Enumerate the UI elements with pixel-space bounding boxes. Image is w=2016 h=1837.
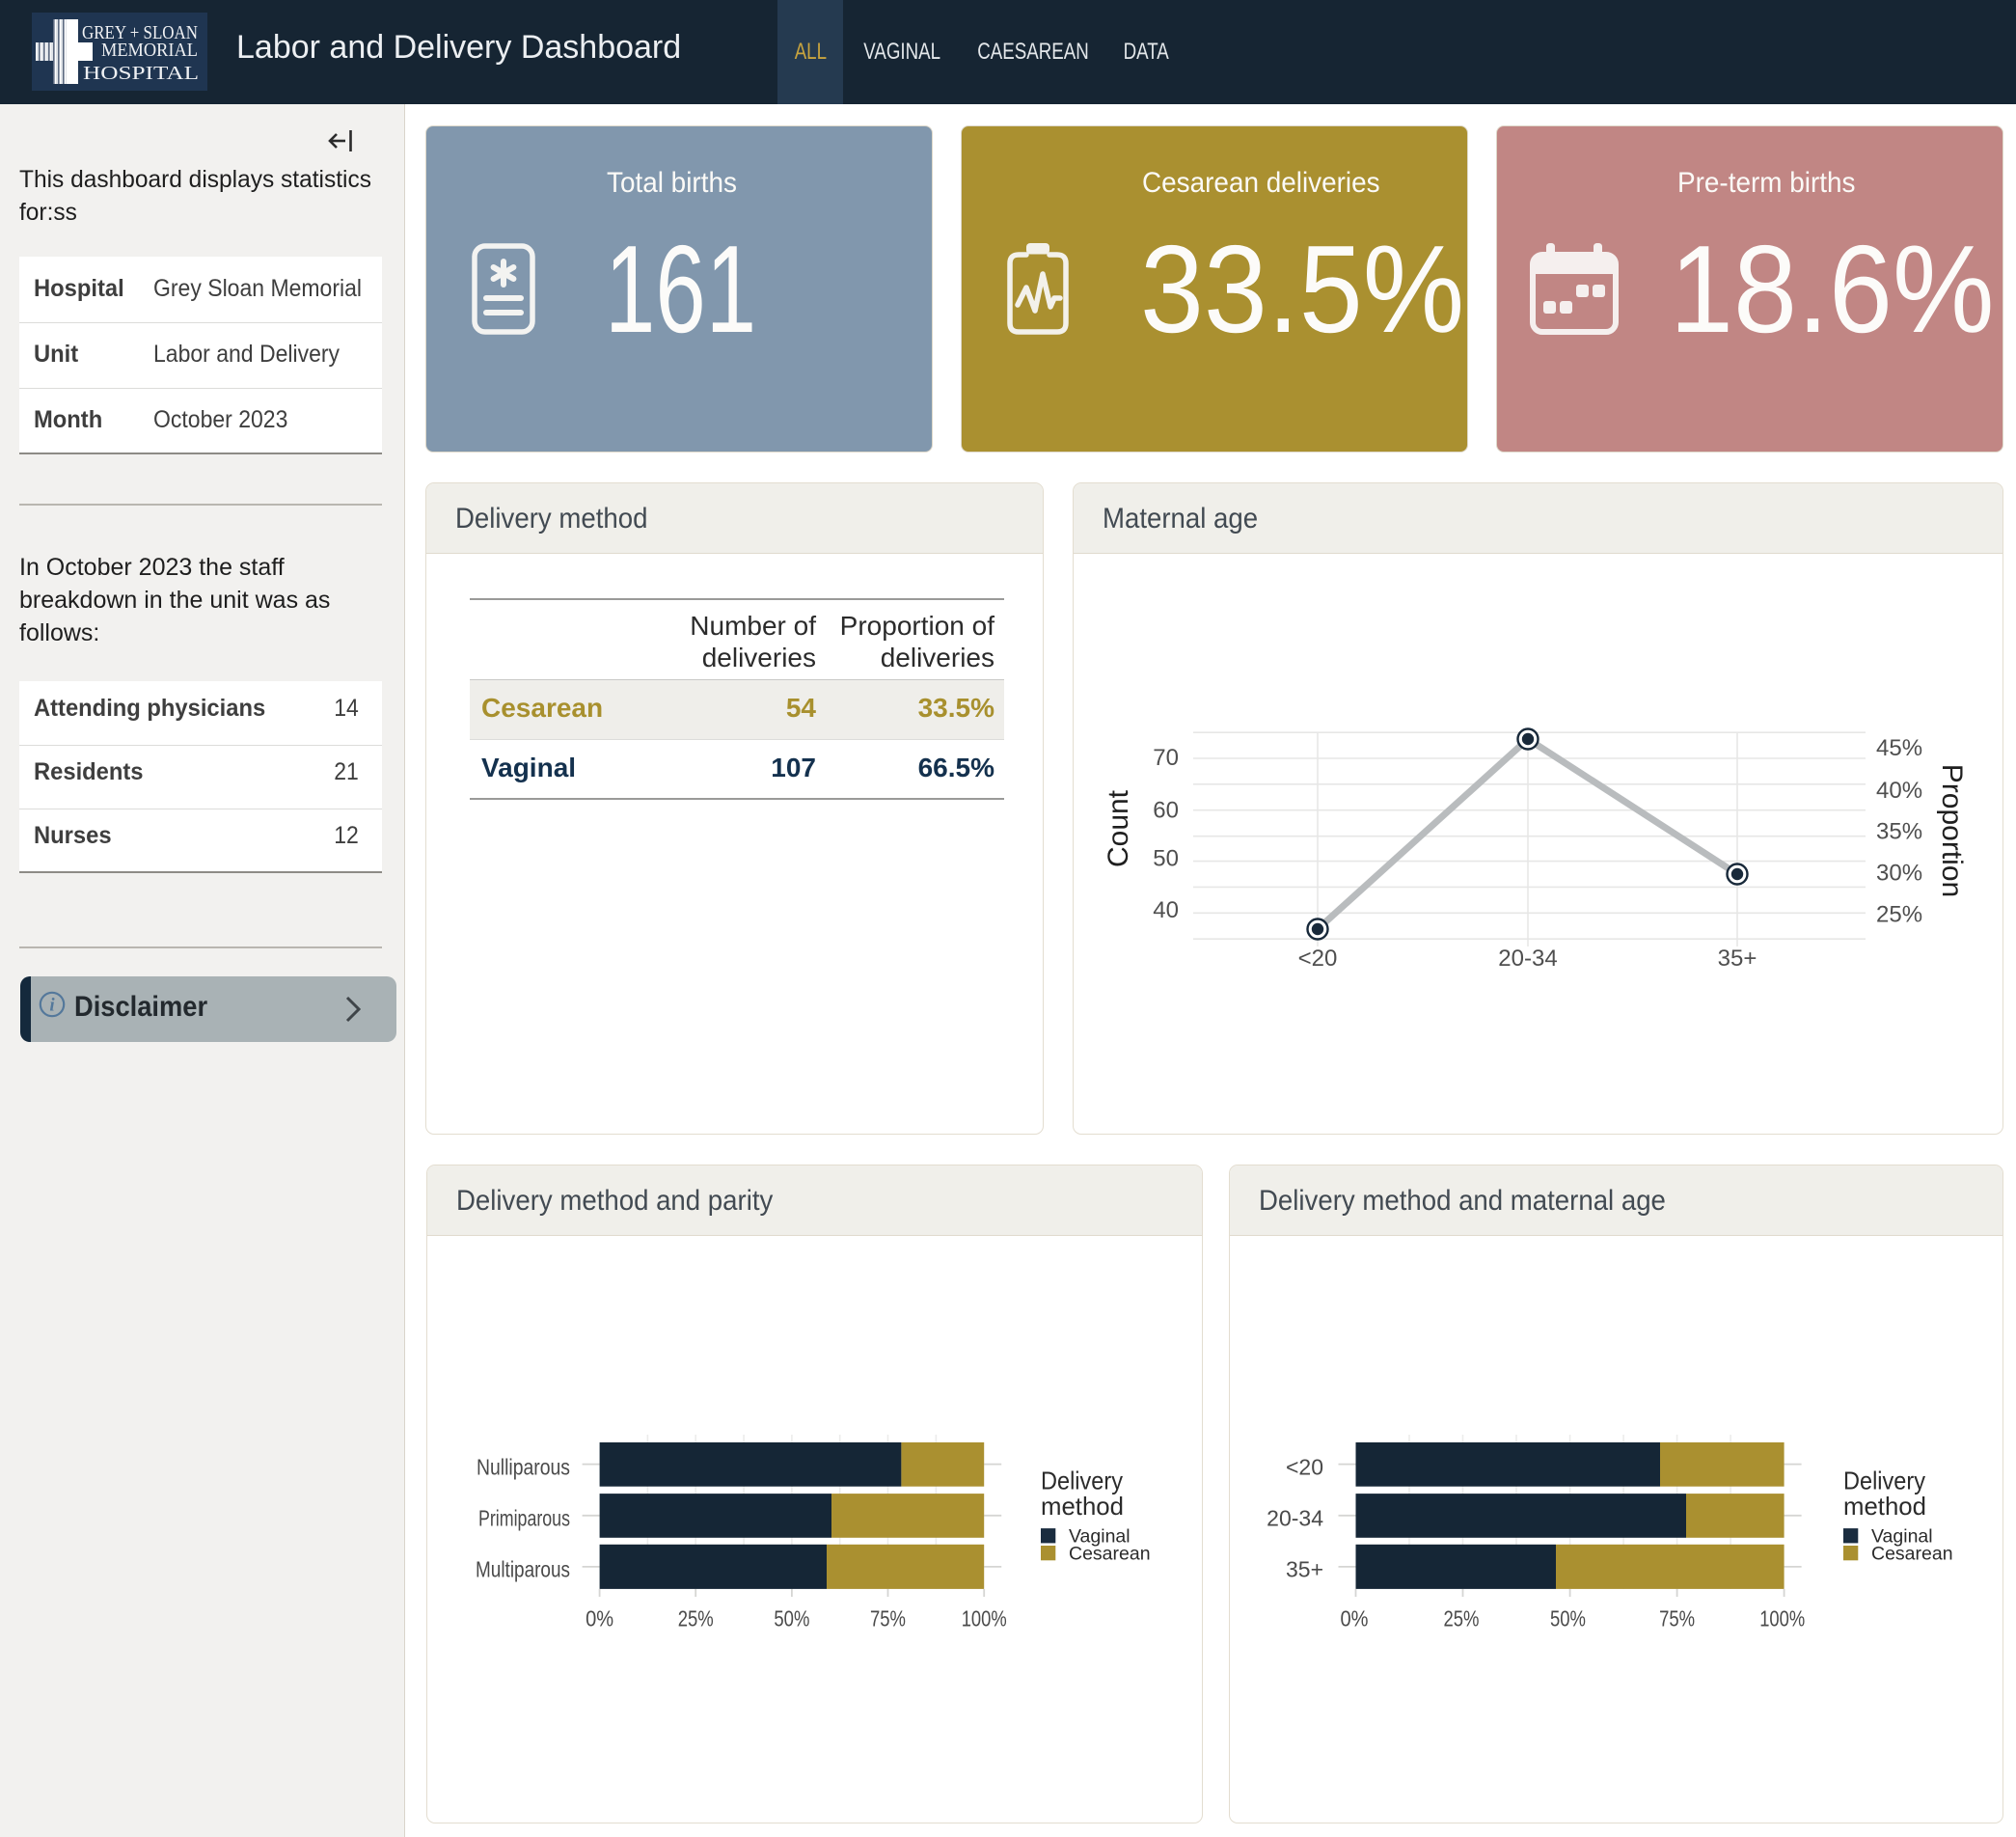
svg-text:Cesarean: Cesarean — [1069, 1543, 1151, 1564]
svg-text:<20: <20 — [1298, 946, 1338, 972]
svg-text:25%: 25% — [1876, 902, 1922, 928]
svg-text:<20: <20 — [1286, 1454, 1323, 1479]
svg-text:45%: 45% — [1876, 735, 1922, 761]
svg-text:Proportion: Proportion — [1936, 764, 1968, 897]
svg-text:75%: 75% — [870, 1605, 906, 1631]
svg-text:50%: 50% — [1550, 1605, 1586, 1631]
svg-text:50: 50 — [1153, 845, 1179, 871]
svg-text:HOSPITAL: HOSPITAL — [83, 63, 199, 84]
svg-text:25%: 25% — [1444, 1605, 1480, 1631]
svg-text:20-34: 20-34 — [1498, 946, 1557, 972]
svg-text:Nulliparous: Nulliparous — [477, 1454, 570, 1479]
svg-text:method: method — [1041, 1492, 1124, 1521]
svg-text:40%: 40% — [1876, 778, 1922, 804]
svg-text:40: 40 — [1153, 897, 1179, 923]
svg-text:0%: 0% — [586, 1605, 613, 1631]
svg-text:MEMORIAL: MEMORIAL — [101, 40, 198, 61]
svg-text:35%: 35% — [1876, 819, 1922, 845]
svg-text:35+: 35+ — [1718, 946, 1757, 972]
svg-text:0%: 0% — [1341, 1605, 1369, 1631]
svg-text:Multiparous: Multiparous — [476, 1557, 570, 1582]
svg-text:100%: 100% — [1759, 1605, 1805, 1631]
svg-text:100%: 100% — [962, 1605, 1007, 1631]
svg-text:20-34: 20-34 — [1267, 1506, 1323, 1531]
svg-text:Primiparous: Primiparous — [478, 1506, 570, 1531]
svg-text:Count: Count — [1103, 789, 1134, 867]
svg-text:60: 60 — [1153, 798, 1179, 824]
svg-text:35+: 35+ — [1286, 1557, 1323, 1582]
svg-text:i: i — [49, 996, 55, 1016]
svg-text:Cesarean: Cesarean — [1871, 1543, 1953, 1564]
svg-text:30%: 30% — [1876, 860, 1922, 886]
svg-text:75%: 75% — [1659, 1605, 1695, 1631]
svg-text:50%: 50% — [774, 1605, 809, 1631]
svg-text:method: method — [1843, 1492, 1926, 1521]
svg-text:70: 70 — [1153, 745, 1179, 771]
svg-text:25%: 25% — [678, 1605, 714, 1631]
